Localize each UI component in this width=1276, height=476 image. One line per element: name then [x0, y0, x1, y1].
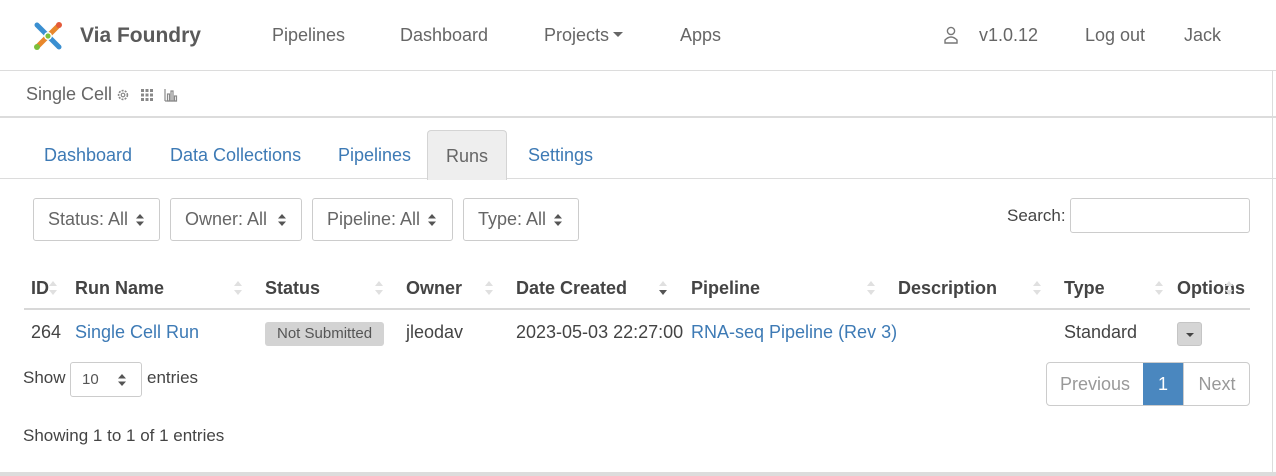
- brand[interactable]: Via Foundry: [32, 20, 201, 52]
- col-owner[interactable]: Owner: [406, 278, 462, 299]
- sort-desc-icon: [659, 281, 667, 295]
- cell-type: Standard: [1064, 322, 1138, 342]
- nav-projects[interactable]: Projects: [544, 25, 624, 46]
- sort-icon: [234, 281, 242, 295]
- status-badge: Not Submitted: [265, 322, 385, 346]
- search-label: Search:: [1007, 206, 1066, 225]
- page-length-select[interactable]: 10: [70, 362, 142, 397]
- sort-icon: [375, 281, 383, 295]
- nav-apps[interactable]: Apps: [680, 25, 721, 46]
- row-options-button[interactable]: [1177, 322, 1202, 346]
- tab-dashboard[interactable]: Dashboard: [27, 130, 149, 179]
- tab-settings[interactable]: Settings: [511, 130, 610, 179]
- col-id[interactable]: ID: [31, 278, 49, 299]
- sort-arrows-icon: [118, 374, 126, 386]
- status-filter-label: Status: All: [48, 209, 129, 229]
- col-pipeline[interactable]: Pipeline: [691, 278, 760, 299]
- run-name-link[interactable]: Single Cell Run: [75, 322, 199, 343]
- version-label: v1.0.12: [979, 25, 1039, 45]
- col-run-name[interactable]: Run Name: [75, 278, 164, 299]
- col-status[interactable]: Status: [265, 278, 320, 299]
- panel-border: [1272, 71, 1273, 476]
- search-input[interactable]: [1070, 198, 1250, 233]
- next-page-button[interactable]: Next: [1183, 363, 1249, 405]
- user-icon[interactable]: [943, 26, 959, 44]
- col-type[interactable]: Type: [1064, 278, 1105, 299]
- col-date-created[interactable]: Date Created: [516, 278, 627, 299]
- logout-link[interactable]: Log out: [1085, 25, 1145, 46]
- via-foundry-logo-icon: [34, 22, 62, 50]
- chevron-down-icon: [613, 32, 624, 38]
- entries-label: entries: [147, 368, 199, 387]
- chevron-down-icon: [1186, 333, 1194, 337]
- sort-icon: [867, 281, 875, 295]
- tab-pipelines[interactable]: Pipelines: [321, 130, 428, 179]
- top-navbar: Via Foundry Pipelines Dashboard Projects…: [0, 0, 1276, 71]
- sort-arrows-icon: [554, 214, 562, 226]
- pipeline-filter-label: Pipeline: All: [327, 209, 421, 229]
- tab-data-collections[interactable]: Data Collections: [153, 130, 318, 179]
- previous-page-button[interactable]: Previous: [1047, 363, 1143, 405]
- pipeline-link[interactable]: RNA-seq Pipeline (Rev 3): [691, 322, 897, 343]
- sort-icon: [1155, 281, 1163, 295]
- project-bar: Single Cell: [0, 71, 1276, 118]
- nav-projects-label: Projects: [544, 25, 610, 45]
- table-row: 264 Single Cell Run Not Submitted jleoda…: [24, 312, 1250, 356]
- sort-arrows-icon: [428, 214, 436, 226]
- project-title: Single Cell: [26, 84, 113, 104]
- status-filter[interactable]: Status: All: [33, 198, 160, 241]
- grid-icon[interactable]: [140, 88, 154, 102]
- col-description[interactable]: Description: [898, 278, 997, 299]
- pipeline-filter[interactable]: Pipeline: All: [312, 198, 453, 241]
- gear-icon[interactable]: [116, 88, 130, 102]
- table-info: Showing 1 to 1 of 1 entries: [23, 426, 225, 445]
- brand-name: Via Foundry: [80, 24, 201, 47]
- sort-icon: [1033, 281, 1041, 295]
- show-label: Show: [23, 368, 66, 387]
- panel-bottom-border: [0, 472, 1276, 476]
- sort-arrows-icon: [278, 214, 286, 226]
- sort-arrows-icon: [136, 214, 144, 226]
- tab-runs[interactable]: Runs: [427, 130, 507, 180]
- runs-table-header: ID Run Name Status Owner Date Created Pi…: [24, 264, 1250, 310]
- type-filter-label: Type: All: [478, 209, 547, 229]
- owner-filter-label: Owner: All: [185, 209, 268, 229]
- user-menu[interactable]: Jack: [1184, 25, 1221, 46]
- page-length-value: 10: [82, 371, 99, 388]
- bar-chart-icon[interactable]: [164, 88, 178, 102]
- cell-date-created: 2023-05-03 22:27:00: [516, 322, 684, 342]
- owner-filter[interactable]: Owner: All: [170, 198, 302, 241]
- sort-icon: [1225, 281, 1233, 295]
- project-tabs: Dashboard Data Collections Pipelines Run…: [0, 130, 1276, 180]
- nav-dashboard[interactable]: Dashboard: [400, 25, 488, 46]
- pagination: Previous 1 Next: [1046, 362, 1250, 406]
- cell-owner: jleodav: [406, 322, 464, 342]
- page-1-button[interactable]: 1: [1143, 363, 1183, 405]
- cell-id: 264: [31, 322, 62, 342]
- sort-icon: [485, 281, 493, 295]
- col-options: Options: [1177, 278, 1245, 298]
- sort-icon: [49, 281, 57, 295]
- type-filter[interactable]: Type: All: [463, 198, 579, 241]
- nav-pipelines[interactable]: Pipelines: [272, 25, 345, 46]
